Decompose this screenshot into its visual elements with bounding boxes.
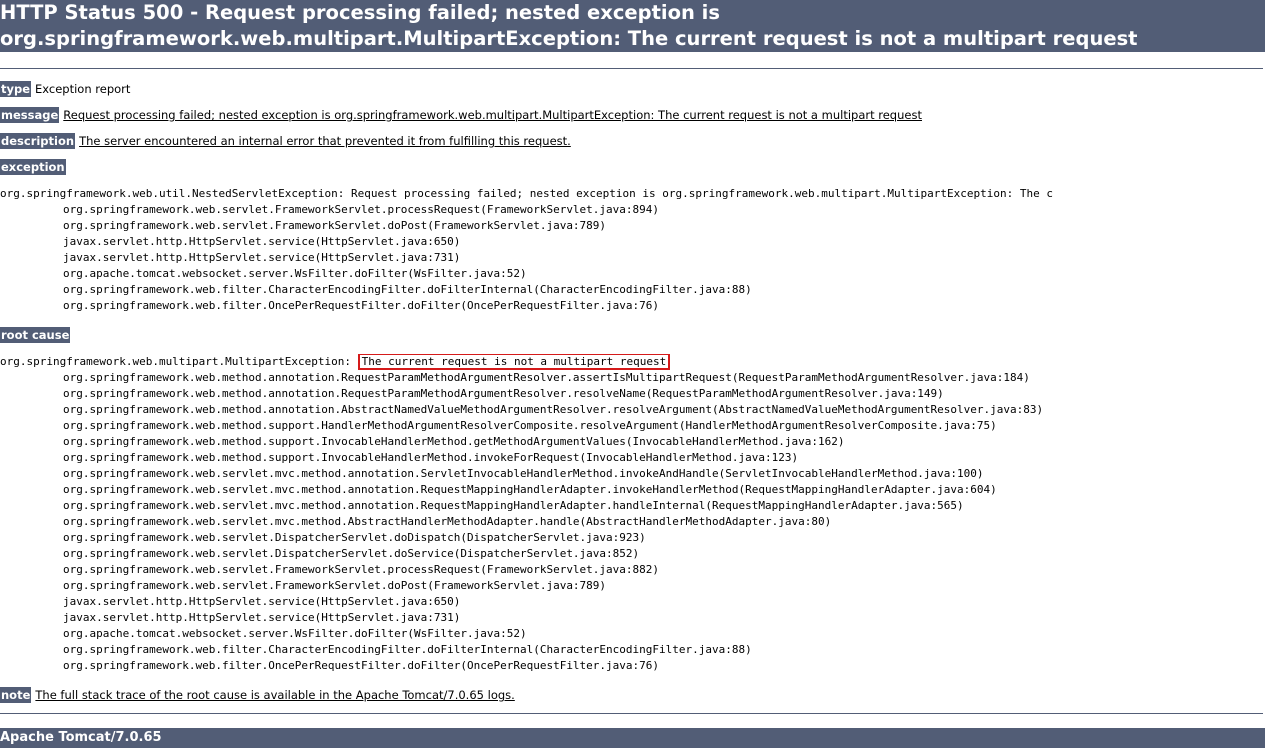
root-cause-frame: org.apache.tomcat.websocket.server.WsFil… [63,627,527,640]
exception-frame: javax.servlet.http.HttpServlet.service(H… [63,251,461,264]
exception-frame: org.springframework.web.filter.Character… [63,283,752,296]
note-row: note The full stack trace of the root cau… [0,687,515,703]
exception-label: exception [0,159,66,175]
root-cause-frame: org.springframework.web.servlet.Framewor… [63,579,607,592]
root-cause-frame: javax.servlet.http.HttpServlet.service(H… [63,611,461,624]
root-cause-frame: org.springframework.web.servlet.mvc.meth… [63,483,997,496]
root-cause-highlighted-message: The current request is not a multipart r… [357,354,671,370]
exception-frame: org.springframework.web.servlet.Framewor… [63,203,660,216]
root-cause-frame: javax.servlet.http.HttpServlet.service(H… [63,595,461,608]
root-cause-frame: org.springframework.web.filter.OncePerRe… [63,659,660,672]
exception-row: exception [0,159,70,175]
root-cause-frame: org.springframework.web.servlet.mvc.meth… [63,515,832,528]
type-value: Exception report [35,82,131,96]
type-row: type Exception report [0,81,130,97]
root-cause-row: root cause [0,327,74,343]
root-cause-frame: org.springframework.web.filter.Character… [63,643,752,656]
exception-first-line: org.springframework.web.util.NestedServl… [0,187,1053,200]
root-cause-exception-name: org.springframework.web.multipart.Multip… [0,355,358,368]
exception-frame: org.springframework.web.filter.OncePerRe… [63,299,660,312]
root-cause-frame: org.springframework.web.servlet.mvc.meth… [63,499,964,512]
message-value: Request processing failed; nested except… [63,108,922,122]
message-label: message [0,107,60,123]
root-cause-label: root cause [0,327,71,343]
root-cause-trace: org.springframework.web.multipart.Multip… [0,354,1265,674]
root-cause-first-line: org.springframework.web.multipart.Multip… [0,354,1265,370]
root-cause-frame: org.springframework.web.method.annotatio… [63,371,1030,384]
page-title: HTTP Status 500 - Request processing fai… [0,0,1265,52]
root-cause-frame: org.springframework.web.servlet.Dispatch… [63,547,640,560]
root-cause-frame: org.springframework.web.servlet.Dispatch… [63,531,646,544]
type-label: type [0,81,32,97]
page-title-line-2: org.springframework.web.multipart.Multip… [0,27,1138,50]
error-page: HTTP Status 500 - Request processing fai… [0,0,1265,748]
root-cause-frame: org.springframework.web.method.support.H… [63,419,997,432]
root-cause-frame: org.springframework.web.method.annotatio… [63,403,1044,416]
message-row: message Request processing failed; nested… [0,107,922,123]
description-label: description [0,133,76,149]
server-info: Apache Tomcat/7.0.65 [0,728,1265,748]
divider-bottom [0,713,1263,714]
note-label: note [0,687,32,703]
page-title-line-1: HTTP Status 500 - Request processing fai… [0,1,720,24]
description-value: The server encountered an internal error… [79,134,571,148]
root-cause-frame: org.springframework.web.method.support.I… [63,435,845,448]
root-cause-frame: org.springframework.web.method.support.I… [63,451,799,464]
note-value: The full stack trace of the root cause i… [35,688,515,702]
exception-trace: org.springframework.web.util.NestedServl… [0,186,1265,314]
divider-top [0,68,1263,69]
exception-frame: org.apache.tomcat.websocket.server.WsFil… [63,267,527,280]
description-row: description The server encountered an int… [0,133,571,149]
root-cause-frame: org.springframework.web.servlet.Framewor… [63,563,660,576]
exception-frame: org.springframework.web.servlet.Framewor… [63,219,607,232]
root-cause-frame: org.springframework.web.method.annotatio… [63,387,944,400]
exception-frame: javax.servlet.http.HttpServlet.service(H… [63,235,461,248]
root-cause-frame: org.springframework.web.servlet.mvc.meth… [63,467,984,480]
